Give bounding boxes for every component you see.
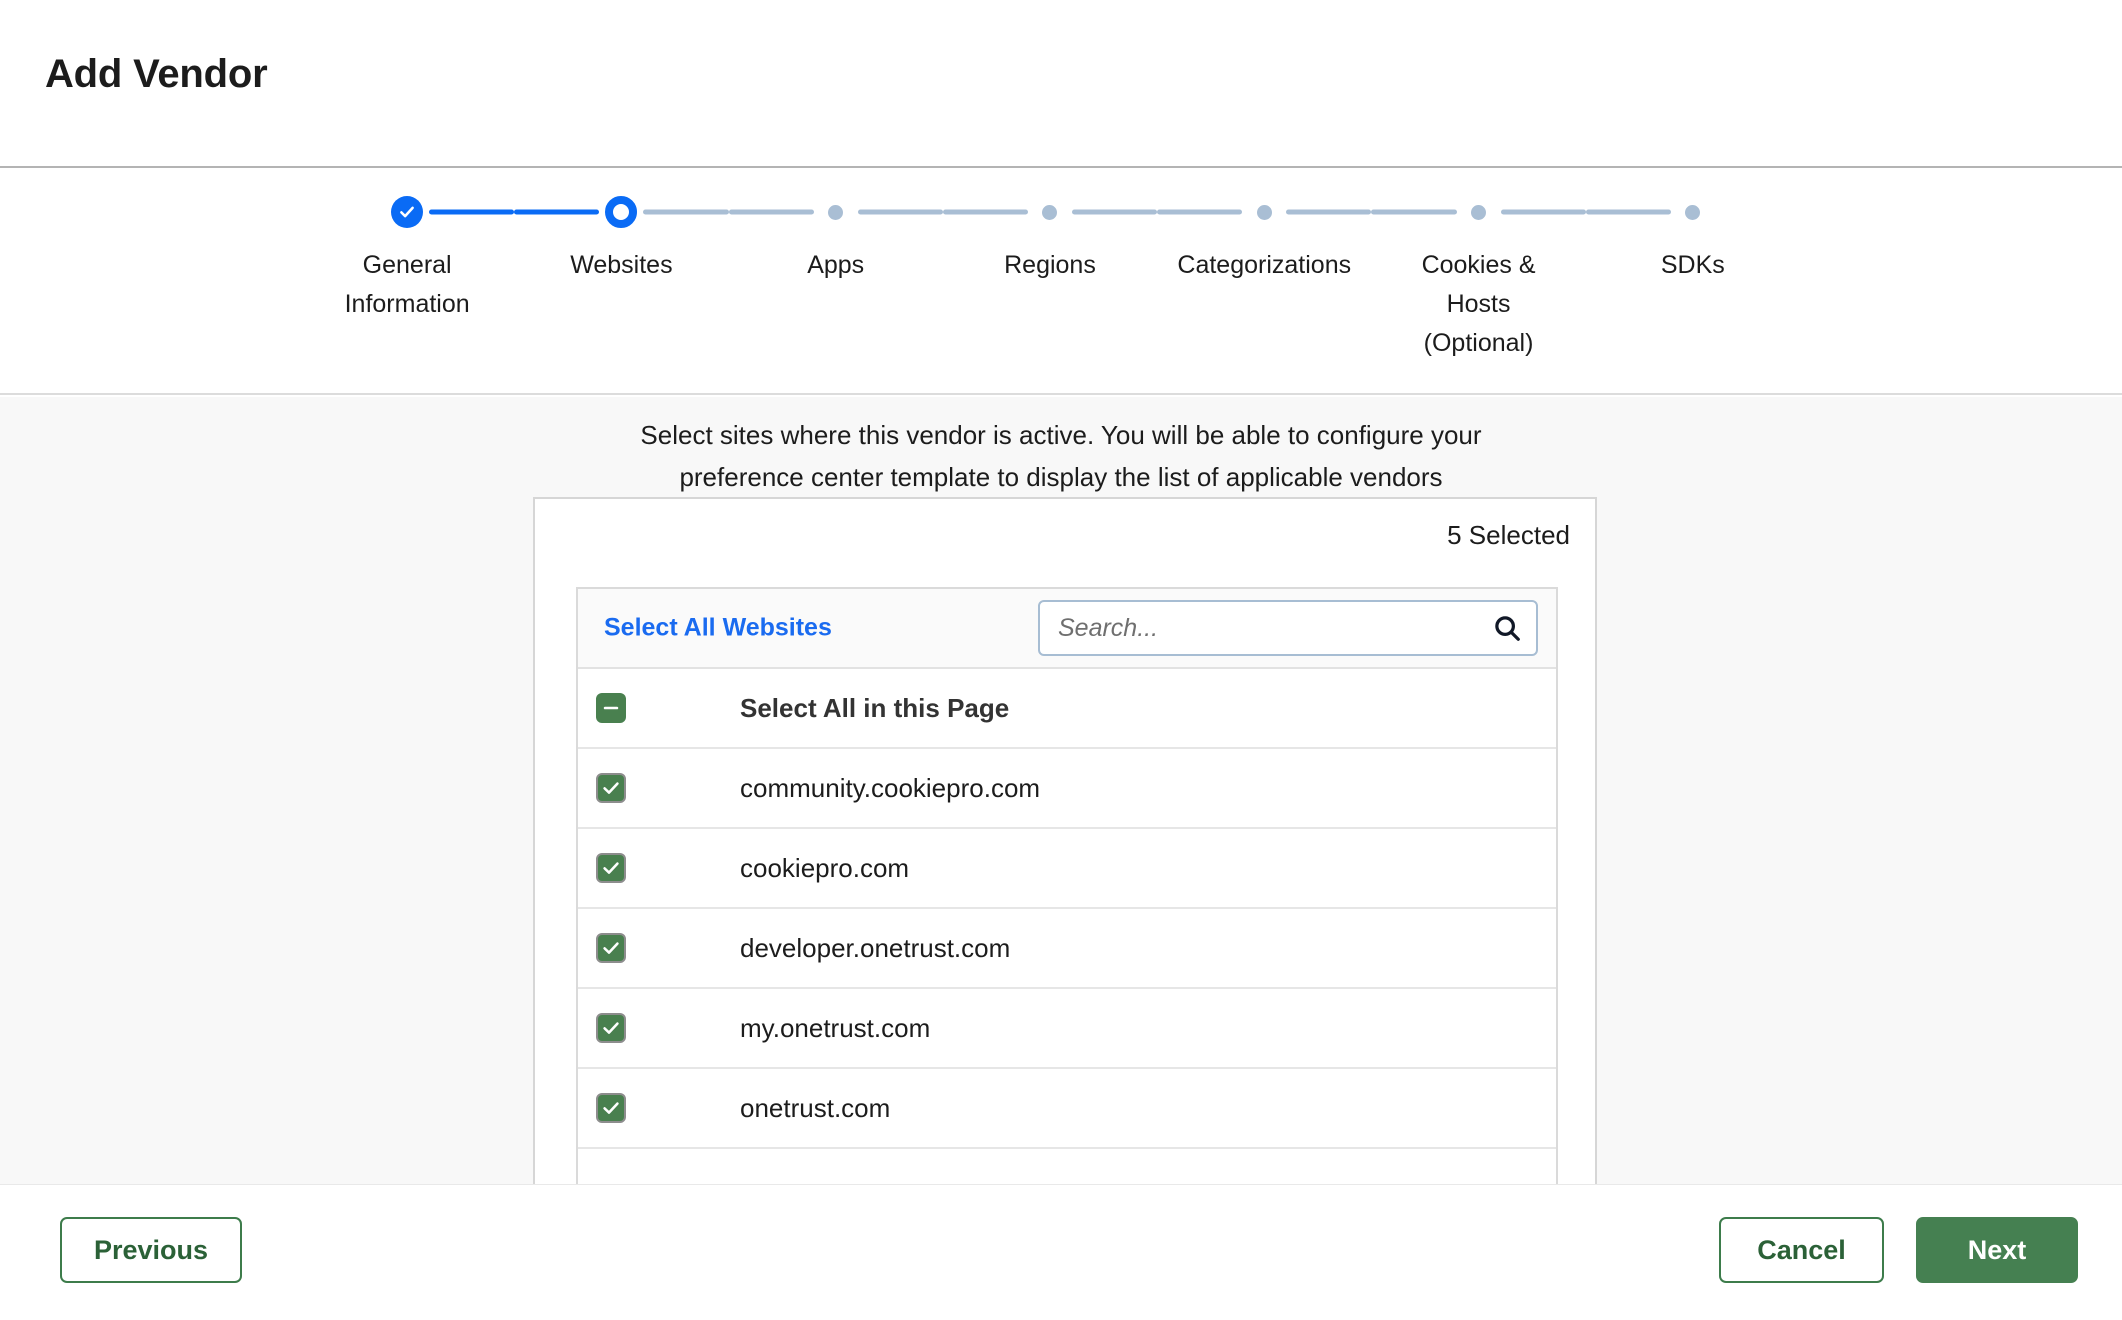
website-row[interactable]: developer.onetrust.com [578, 909, 1556, 989]
stepper-step[interactable]: General Information [300, 192, 515, 324]
stepper-connector [728, 209, 814, 215]
step-active-indicator [605, 196, 638, 228]
website-row[interactable]: cookiepro.com [578, 829, 1556, 909]
stepper-step[interactable]: Apps [728, 192, 943, 285]
step-pending-dot [1256, 204, 1272, 220]
select-all-page-row[interactable]: Select All in this Page [578, 669, 1556, 749]
stepper-step[interactable]: Cookies & Hosts (Optional) [1371, 192, 1586, 363]
stepper-connector [1585, 209, 1671, 215]
step-pending-dot [1471, 204, 1487, 220]
website-row-checkbox[interactable] [596, 1093, 626, 1123]
step-complete-check-icon [391, 196, 424, 228]
stepper-dot-row [300, 192, 515, 232]
table-rows: Select All in this Page community.cookiep… [578, 669, 1556, 1184]
website-row-label: my.onetrust.com [740, 1013, 931, 1043]
select-all-websites-link[interactable]: Select All Websites [604, 614, 832, 643]
stepper-connector [857, 209, 943, 215]
stepper-connector [1071, 209, 1158, 215]
website-row-partial[interactable] [578, 1149, 1556, 1184]
website-row-checkbox[interactable] [596, 853, 626, 883]
dialog-header: Add Vendor [0, 0, 2122, 168]
stepper-dot-row [1371, 192, 1586, 232]
stepper-step-label: Categorizations [1177, 251, 1352, 279]
stepper-connector [1286, 209, 1372, 215]
stepper-step-label: General Information [344, 251, 470, 318]
page-title: Add Vendor [45, 52, 268, 96]
add-vendor-dialog: Add Vendor General Information Websites Ap… [0, 0, 2122, 1320]
stepper-connector [1371, 209, 1457, 215]
stepper-step-label: Websites [570, 251, 673, 279]
stepper-connector [643, 209, 729, 215]
website-row[interactable]: my.onetrust.com [578, 989, 1556, 1069]
stepper-dot-row [1585, 192, 1800, 232]
stepper-connector [514, 209, 600, 215]
stepper-dot-row [514, 192, 729, 232]
stepper-step[interactable]: Categorizations [1157, 192, 1372, 285]
stepper-step[interactable]: Regions [942, 192, 1158, 285]
selected-count: 5 Selected [1447, 520, 1570, 550]
website-row-checkbox[interactable] [596, 773, 626, 803]
stepper-step[interactable]: Websites [514, 192, 729, 285]
wizard-stepper: General Information Websites Apps Regions Ca… [0, 170, 2122, 395]
stepper-connector [942, 209, 1028, 215]
stepper-connector [1157, 209, 1243, 215]
instructions-text: Select sites where this vendor is active… [640, 420, 1482, 492]
stepper-dot-row [1157, 192, 1372, 232]
search-icon[interactable] [1478, 602, 1536, 654]
stepper-step[interactable]: SDKs [1585, 192, 1800, 285]
website-row-label: community.cookiepro.com [740, 773, 1041, 803]
stepper-dot-row [942, 192, 1158, 232]
search-box[interactable] [1038, 600, 1538, 656]
website-row-label: cookiepro.com [740, 853, 910, 883]
step-pending-dot [1042, 204, 1058, 220]
step-pending-dot [1685, 204, 1701, 220]
step-pending-dot [828, 204, 844, 220]
cancel-button[interactable]: Cancel [1719, 1217, 1884, 1283]
stepper-connector [1500, 209, 1586, 215]
website-row-label: developer.onetrust.com [740, 933, 1011, 963]
stepper-connector [429, 209, 515, 215]
select-all-page-label: Select All in this Page [740, 693, 1010, 723]
content-area: Select sites where this vendor is active… [0, 397, 2122, 1184]
website-row-checkbox[interactable] [596, 933, 626, 963]
next-button[interactable]: Next [1916, 1217, 2078, 1283]
website-table: Select All Websites Select All in this P… [576, 587, 1558, 1184]
stepper-step-label: Apps [807, 251, 865, 279]
stepper-step-label: SDKs [1660, 251, 1725, 279]
table-toolbar: Select All Websites [578, 589, 1556, 669]
search-input[interactable] [1040, 602, 1478, 654]
website-row-checkbox[interactable] [596, 1013, 626, 1043]
stepper-track: General Information Websites Apps Regions Ca… [300, 192, 1800, 363]
website-row[interactable]: community.cookiepro.com [578, 749, 1556, 829]
stepper-dot-row [728, 192, 943, 232]
select-all-page-checkbox[interactable] [596, 693, 626, 723]
website-selection-panel: 5 Selected Select All Websites Search...… [533, 497, 1597, 1184]
website-row-label: onetrust.com [740, 1093, 891, 1123]
previous-button[interactable]: Previous [60, 1217, 242, 1283]
stepper-step-label: Cookies & Hosts (Optional) [1421, 251, 1536, 357]
website-row[interactable]: onetrust.com [578, 1069, 1556, 1149]
dialog-footer: Previous Cancel Next [0, 1184, 2122, 1320]
stepper-step-label: Regions [1004, 251, 1096, 279]
